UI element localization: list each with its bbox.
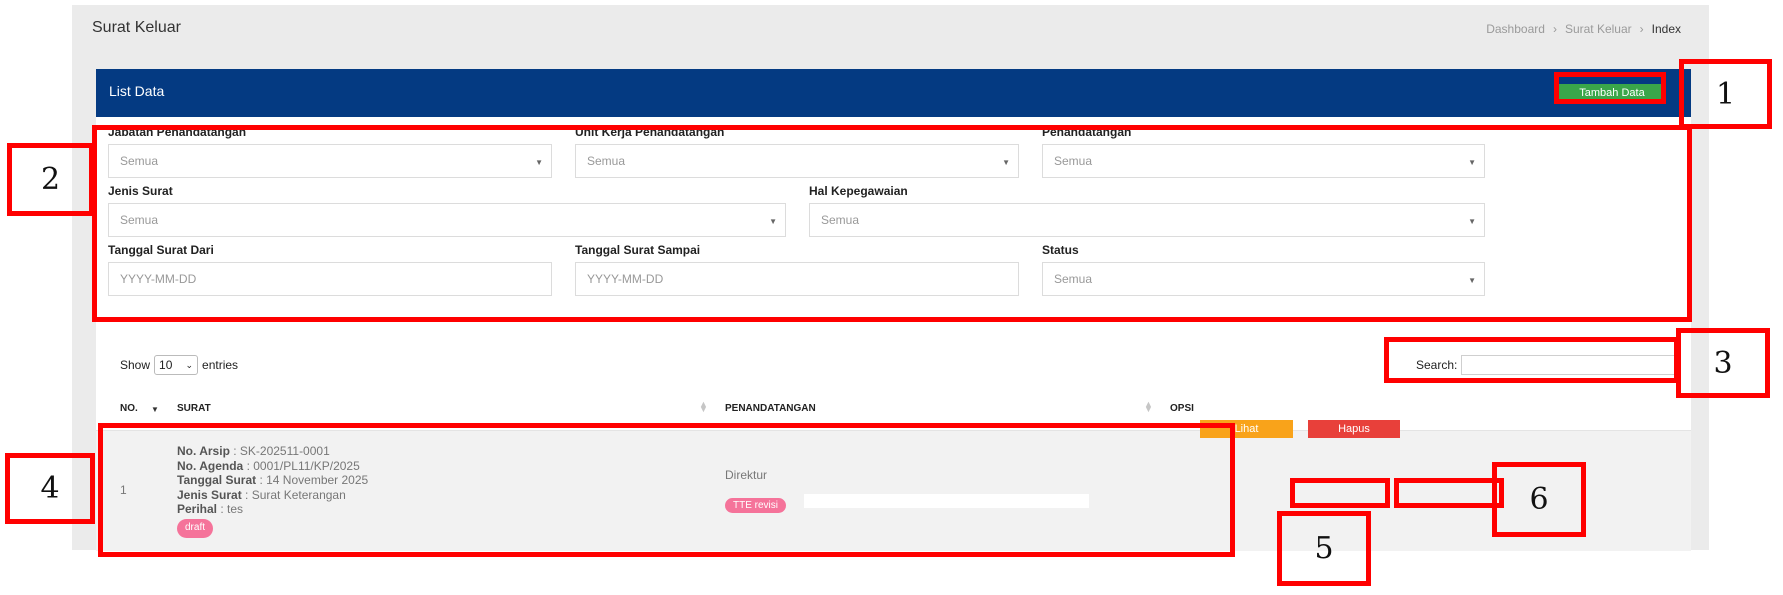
annotation-number-2: 2 xyxy=(40,162,61,197)
column-header-surat[interactable]: SURAT xyxy=(177,403,211,414)
chevron-right-icon: › xyxy=(1552,22,1557,36)
card-header: List Data Tambah Data xyxy=(96,69,1691,117)
entries-label: entries xyxy=(202,358,239,372)
breadcrumb-current: Index xyxy=(1651,22,1681,36)
sort-icon: ▲ ▼ xyxy=(699,399,708,414)
entries-length-select[interactable]: 10 ⌄ xyxy=(154,355,199,375)
annotation-box-6 xyxy=(1394,478,1504,508)
annotation-number-3: 3 xyxy=(1713,345,1733,381)
chevron-right-icon: › xyxy=(1639,22,1644,36)
sort-icon: ▲ ▼ xyxy=(1144,399,1153,414)
breadcrumb: Dashboard › Surat Keluar › Index xyxy=(1486,22,1681,36)
column-header-penandatangan[interactable]: PENANDATANGAN xyxy=(725,403,816,414)
annotation-number-6: 6 xyxy=(1529,482,1549,517)
annotation-number-1: 1 xyxy=(1715,76,1736,112)
annotation-box-3 xyxy=(1384,337,1679,383)
chevron-down-icon: ⌄ xyxy=(185,359,194,370)
breadcrumb-dashboard[interactable]: Dashboard xyxy=(1486,22,1545,36)
column-header-no[interactable]: NO. xyxy=(120,403,138,414)
sort-desc-icon: ▼ xyxy=(151,405,159,414)
annotation-number-5: 5 xyxy=(1314,531,1334,566)
annotation-box-2 xyxy=(92,125,1692,322)
card-title: List Data xyxy=(109,83,165,99)
show-label: Show xyxy=(120,358,151,372)
annotation-box-5 xyxy=(1290,478,1390,508)
entries-length-value: 10 xyxy=(159,358,173,372)
breadcrumb-surat-keluar[interactable]: Surat Keluar xyxy=(1565,22,1632,36)
page-title: Surat Keluar xyxy=(92,19,181,36)
column-header-opsi: OPSI xyxy=(1170,403,1194,414)
annotation-number-4: 4 xyxy=(40,471,60,506)
annotation-box-4 xyxy=(98,423,1235,557)
show-entries-control: Show 10 ⌄ entries xyxy=(120,355,238,375)
annotation-box-1 xyxy=(1554,72,1666,104)
hapus-button[interactable]: Hapus xyxy=(1308,420,1400,438)
